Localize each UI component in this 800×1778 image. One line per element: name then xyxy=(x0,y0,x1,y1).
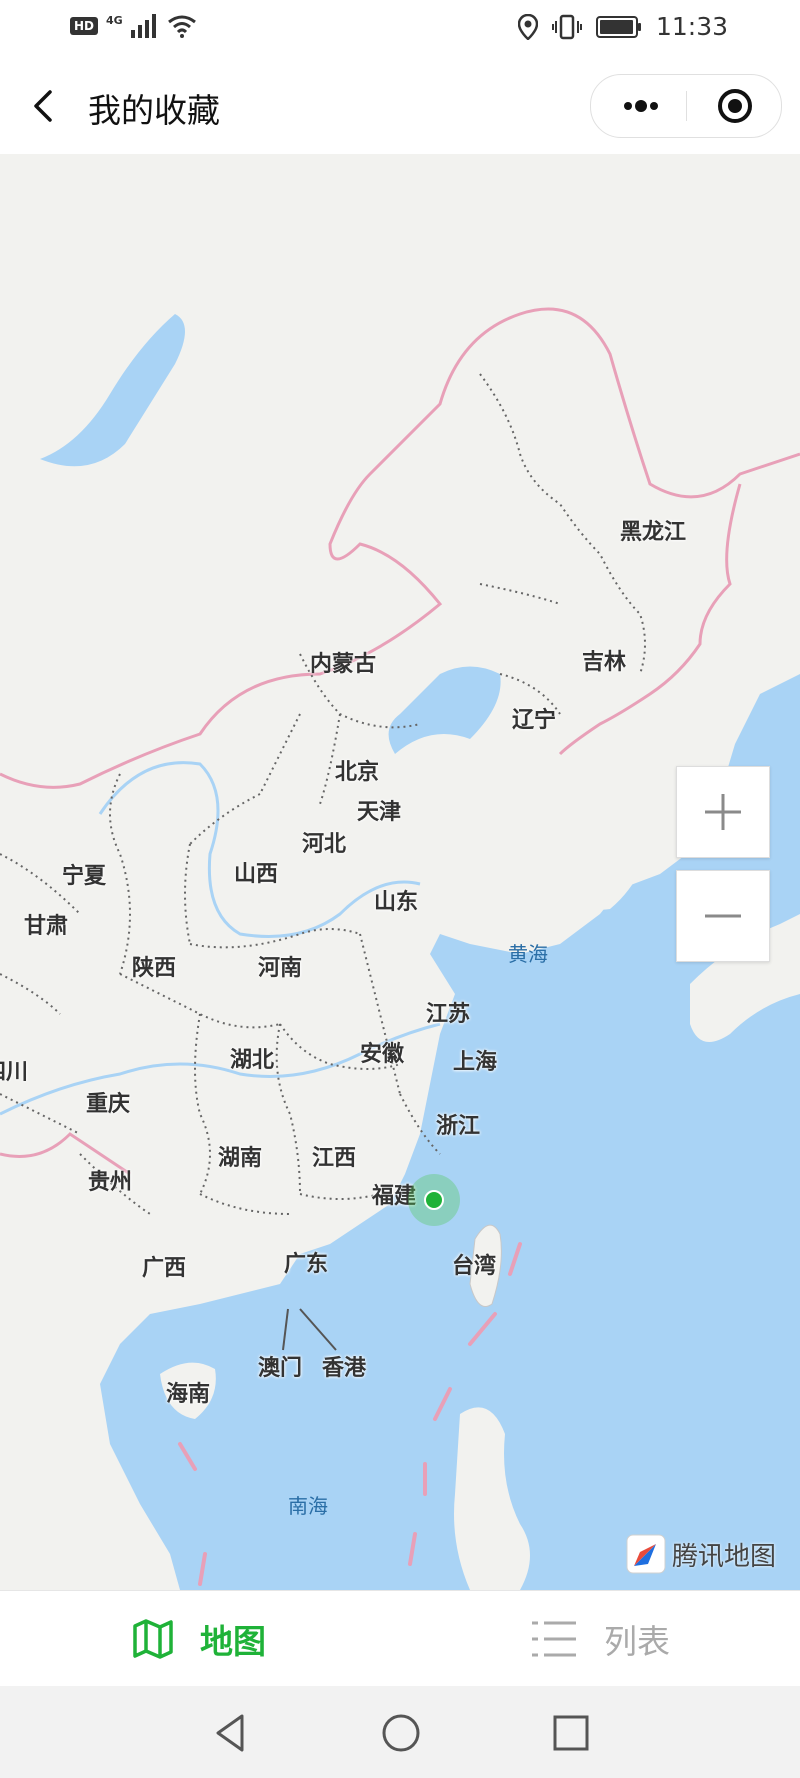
region-label: 贵州 xyxy=(88,1170,133,1195)
system-back-button[interactable] xyxy=(206,1708,256,1758)
region-label: 海南 xyxy=(166,1382,211,1407)
location-marker[interactable] xyxy=(408,1174,460,1226)
recents-square-icon xyxy=(553,1715,589,1751)
region-label: 澳门 xyxy=(258,1356,303,1381)
zoom-in-button[interactable] xyxy=(676,766,770,858)
system-recents-button[interactable] xyxy=(546,1708,596,1758)
region-label: 甘肃 xyxy=(24,914,69,939)
status-left: HD 4G xyxy=(70,14,197,38)
region-label: 河北 xyxy=(302,832,347,857)
system-nav-bar xyxy=(0,1686,800,1778)
tab-map-label: 地图 xyxy=(200,1622,266,1661)
back-triangle-icon xyxy=(216,1714,244,1752)
sea-label: 南海 xyxy=(288,1494,328,1518)
bohai-sea xyxy=(388,666,501,754)
tencent-map-logo-icon xyxy=(626,1534,666,1574)
region-label: 广东 xyxy=(284,1252,329,1277)
tab-map[interactable]: 地图 xyxy=(132,1591,266,1687)
status-bar: HD 4G 11:33 xyxy=(0,0,800,58)
region-label: 安徽 xyxy=(360,1042,405,1067)
more-dots-icon xyxy=(624,100,658,112)
region-label: 黑龙江 xyxy=(620,520,687,545)
status-right: 11:33 xyxy=(517,12,728,41)
close-target-icon xyxy=(718,89,752,123)
region-label: 吉林 xyxy=(582,650,627,675)
tab-bar: 地图 列表 xyxy=(0,1590,800,1687)
region-label: 陕西 xyxy=(132,956,177,981)
back-button[interactable] xyxy=(28,86,64,126)
signal-icon xyxy=(130,14,156,38)
map-view[interactable]: 黑龙江 吉林 辽宁 内蒙古 北京 天津 河北 山西 宁夏 甘肃 山东 陕西 河南… xyxy=(0,154,800,1590)
brand-text: 腾讯地图 xyxy=(672,1541,777,1572)
tab-list-label: 列表 xyxy=(604,1622,670,1661)
minus-icon xyxy=(705,914,741,918)
back-arrow-icon xyxy=(34,90,52,122)
region-label: 浙江 xyxy=(436,1114,481,1139)
network-label: 4G xyxy=(106,13,123,27)
list-icon xyxy=(532,1621,576,1657)
location-icon xyxy=(517,13,538,40)
close-miniprogram-button[interactable] xyxy=(691,81,771,131)
system-home-button[interactable] xyxy=(376,1708,426,1758)
region-label: 北京 xyxy=(335,760,380,785)
region-label: 广西 xyxy=(142,1256,187,1281)
nav-bar: 我的收藏 xyxy=(0,58,800,155)
map-fold-icon xyxy=(133,1619,173,1659)
region-label: 上海 xyxy=(453,1050,498,1075)
region-label: 宁夏 xyxy=(62,864,107,889)
capsule-divider xyxy=(686,91,687,121)
region-label: 重庆 xyxy=(86,1092,131,1117)
region-label: 香港 xyxy=(322,1356,367,1381)
page-title: 我的收藏 xyxy=(88,91,220,130)
tab-list[interactable]: 列表 xyxy=(530,1591,670,1687)
region-label: 江苏 xyxy=(426,1002,471,1027)
region-label: 湖南 xyxy=(218,1146,263,1171)
baikal-lake xyxy=(40,314,185,467)
battery-icon xyxy=(595,15,641,38)
home-circle-icon xyxy=(382,1714,420,1752)
region-label: 天津 xyxy=(357,800,402,825)
clock: 11:33 xyxy=(655,12,728,41)
region-label: 辽宁 xyxy=(512,708,557,733)
region-label: 河南 xyxy=(258,956,303,981)
region-label: 山西 xyxy=(234,862,279,887)
region-label: 江西 xyxy=(312,1146,357,1171)
vibrate-icon xyxy=(551,14,582,39)
hd-badge: HD xyxy=(70,17,99,35)
region-label: 山东 xyxy=(374,890,419,915)
region-label: 四川 xyxy=(0,1060,29,1085)
yellow-river xyxy=(98,761,421,938)
wifi-icon xyxy=(167,15,196,38)
more-button[interactable] xyxy=(601,81,681,131)
region-label: 台湾 xyxy=(452,1254,497,1279)
map-brand: 腾讯地图 xyxy=(626,1534,776,1574)
zoom-out-button[interactable] xyxy=(676,870,770,962)
region-label: 湖北 xyxy=(230,1048,275,1073)
menu-capsule xyxy=(590,74,782,138)
region-label: 内蒙古 xyxy=(310,652,377,677)
sea-label: 黄海 xyxy=(508,942,548,966)
plus-icon xyxy=(705,794,741,830)
marker-dot xyxy=(424,1190,444,1210)
